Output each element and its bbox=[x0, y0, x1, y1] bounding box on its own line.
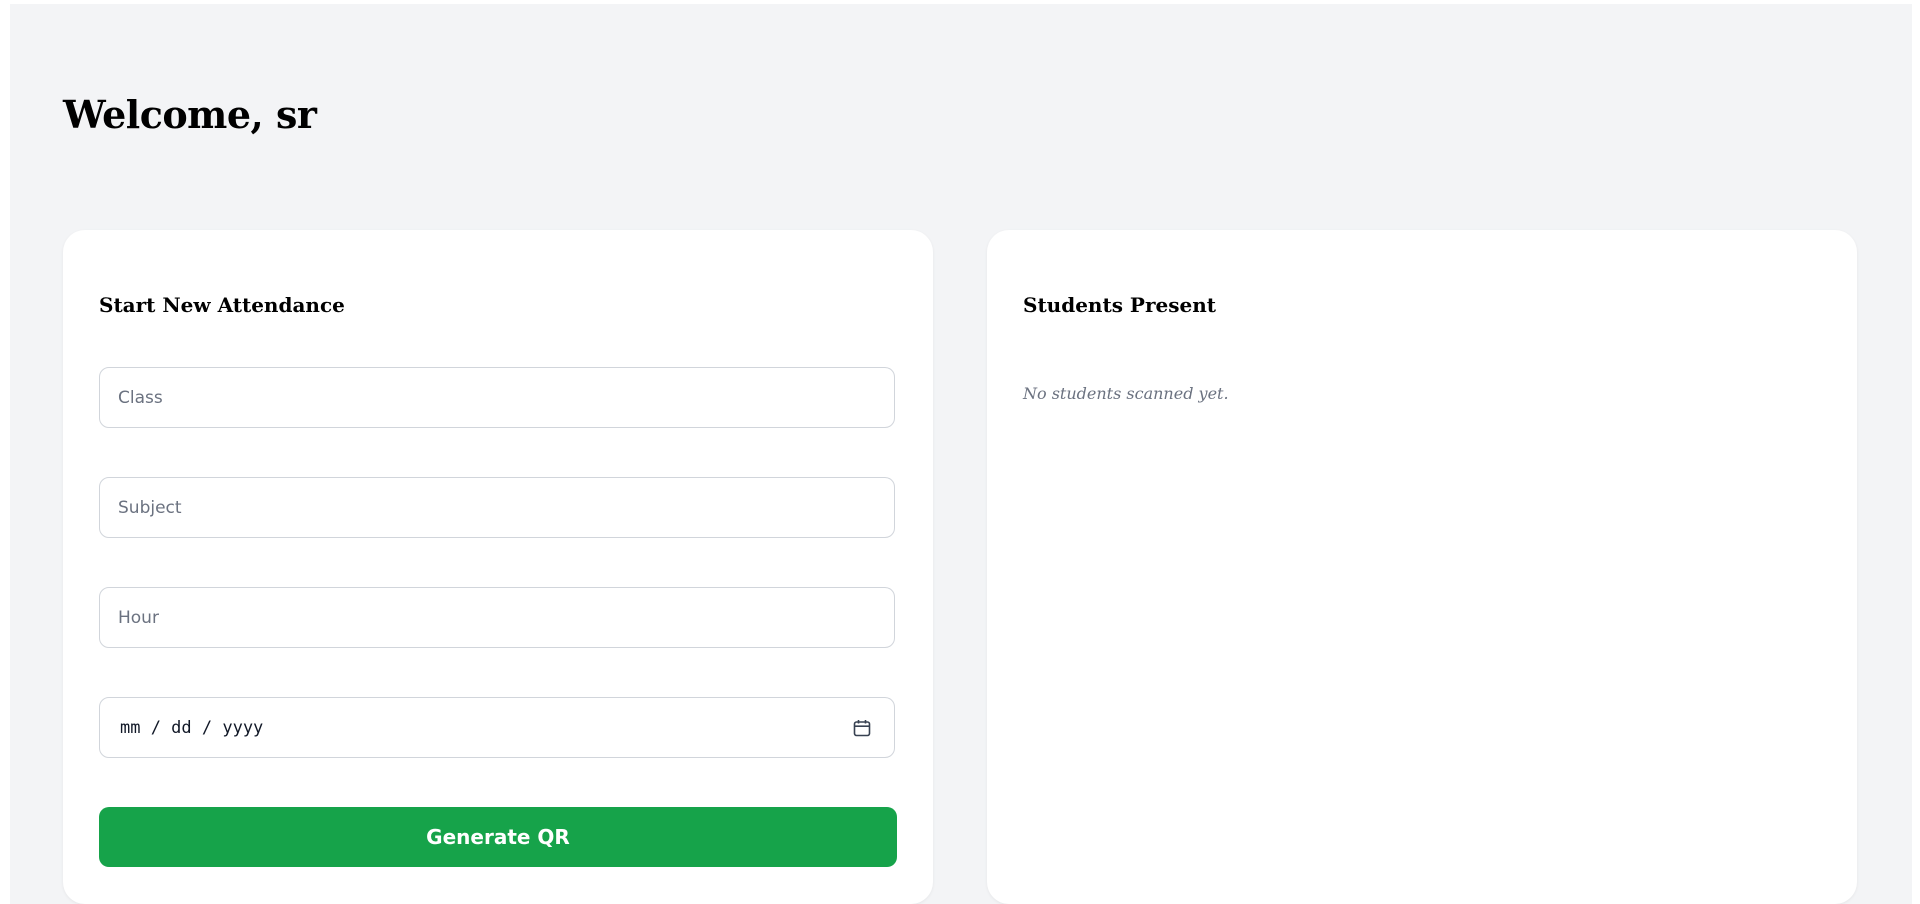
no-students-message: No students scanned yet. bbox=[1023, 384, 1229, 403]
date-input-placeholder: mm / dd / yyyy bbox=[120, 717, 264, 738]
generate-qr-button[interactable]: Generate QR bbox=[99, 807, 897, 867]
welcome-heading: Welcome, sr bbox=[63, 92, 317, 137]
calendar-icon[interactable] bbox=[852, 718, 872, 738]
start-attendance-title: Start New Attendance bbox=[99, 293, 345, 317]
page-viewport: Welcome, sr Start New Attendance mm / dd… bbox=[10, 4, 1912, 904]
students-present-title: Students Present bbox=[1023, 293, 1216, 317]
subject-input[interactable] bbox=[99, 477, 895, 538]
date-input[interactable]: mm / dd / yyyy bbox=[99, 697, 895, 758]
hour-input[interactable] bbox=[99, 587, 895, 648]
start-attendance-card: Start New Attendance mm / dd / yyyy Gene… bbox=[63, 230, 933, 904]
class-input[interactable] bbox=[99, 367, 895, 428]
students-present-card: Students Present No students scanned yet… bbox=[987, 230, 1857, 904]
